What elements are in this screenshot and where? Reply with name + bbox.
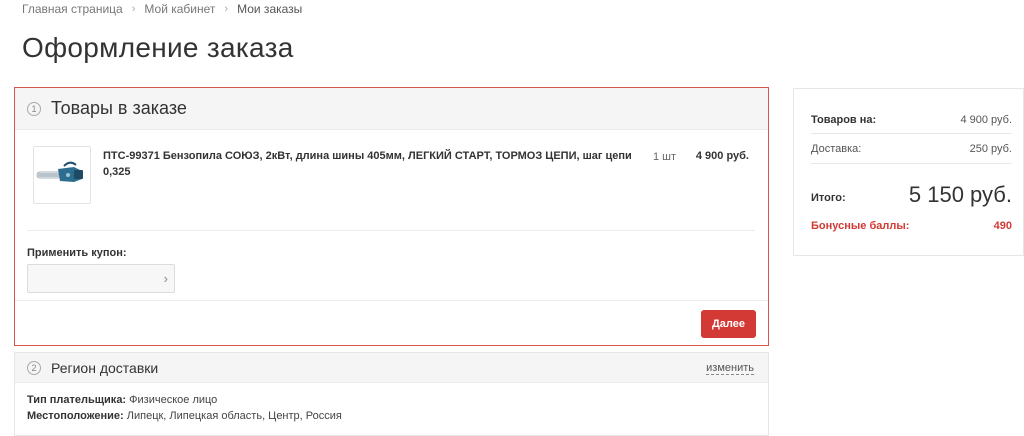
divider — [811, 163, 1012, 164]
delivery-region-title: Регион доставки — [51, 359, 159, 376]
summary-goods-value: 4 900 руб. — [960, 114, 1012, 126]
summary-bonus-value: 490 — [993, 220, 1012, 232]
order-items-title: Товары в заказе — [51, 98, 187, 118]
delivery-region-section: 2 Регион доставки изменить Тип плательщи… — [14, 352, 769, 436]
breadcrumb-home[interactable]: Главная страница — [22, 2, 123, 16]
order-items-section: 1 Товары в заказе ПТС-99371 Бензопила СО… — [14, 87, 769, 346]
summary-delivery-label: Доставка: — [811, 143, 862, 155]
location-label: Местоположение: — [27, 410, 124, 422]
payer-type-line: Тип плательщика: Физическое лицо — [27, 394, 217, 406]
product-image[interactable] — [33, 146, 91, 204]
page-title: Оформление заказа — [22, 32, 294, 63]
divider — [811, 133, 1012, 134]
coupon-label: Применить купон: — [27, 247, 127, 259]
summary-total-value: 5 150 руб. — [908, 182, 1012, 207]
delivery-region-header[interactable]: 2 Регион доставки — [15, 353, 768, 383]
change-region-link[interactable]: изменить — [706, 362, 754, 375]
coupon-input[interactable]: › — [27, 264, 175, 293]
summary-goods-label: Товаров на: — [811, 114, 877, 126]
breadcrumb-orders[interactable]: Мои заказы — [237, 2, 302, 16]
breadcrumb: Главная страница › Мой кабинет › Мои зак… — [22, 2, 302, 16]
chevron-right-icon[interactable]: › — [164, 271, 168, 286]
step-number-icon: 1 — [27, 101, 41, 116]
order-summary: Товаров на: 4 900 руб. Доставка: 250 руб… — [793, 88, 1024, 256]
order-items-header[interactable]: 1 Товары в заказе — [15, 88, 768, 130]
summary-total-label: Итого: — [811, 192, 846, 204]
chainsaw-icon — [36, 161, 83, 182]
location-line: Местоположение: Липецк, Липецкая область… — [27, 410, 342, 422]
divider — [27, 230, 755, 231]
product-row: ПТС-99371 Бензопила СОЮЗ, 2кВт, длина ши… — [33, 146, 753, 206]
payer-type-value: Физическое лицо — [129, 394, 218, 406]
chevron-right-icon: › — [224, 3, 229, 15]
summary-delivery-value: 250 руб. — [969, 143, 1012, 155]
divider — [15, 300, 768, 301]
product-price: 4 900 руб. — [695, 150, 749, 162]
product-name[interactable]: ПТС-99371 Бензопила СОЮЗ, 2кВт, длина ши… — [103, 148, 643, 180]
summary-bonus-label: Бонусные баллы: — [811, 220, 910, 232]
product-quantity: 1 шт — [653, 151, 677, 163]
breadcrumb-cabinet[interactable]: Мой кабинет — [144, 2, 215, 16]
step-number-icon: 2 — [27, 360, 41, 375]
payer-type-label: Тип плательщика: — [27, 394, 127, 406]
chevron-right-icon: › — [131, 3, 136, 15]
location-value: Липецк, Липецкая область, Центр, Россия — [126, 410, 342, 422]
summary-total-row: Итого: 5 150 руб. — [811, 182, 1012, 214]
next-button[interactable]: Далее — [701, 310, 756, 338]
